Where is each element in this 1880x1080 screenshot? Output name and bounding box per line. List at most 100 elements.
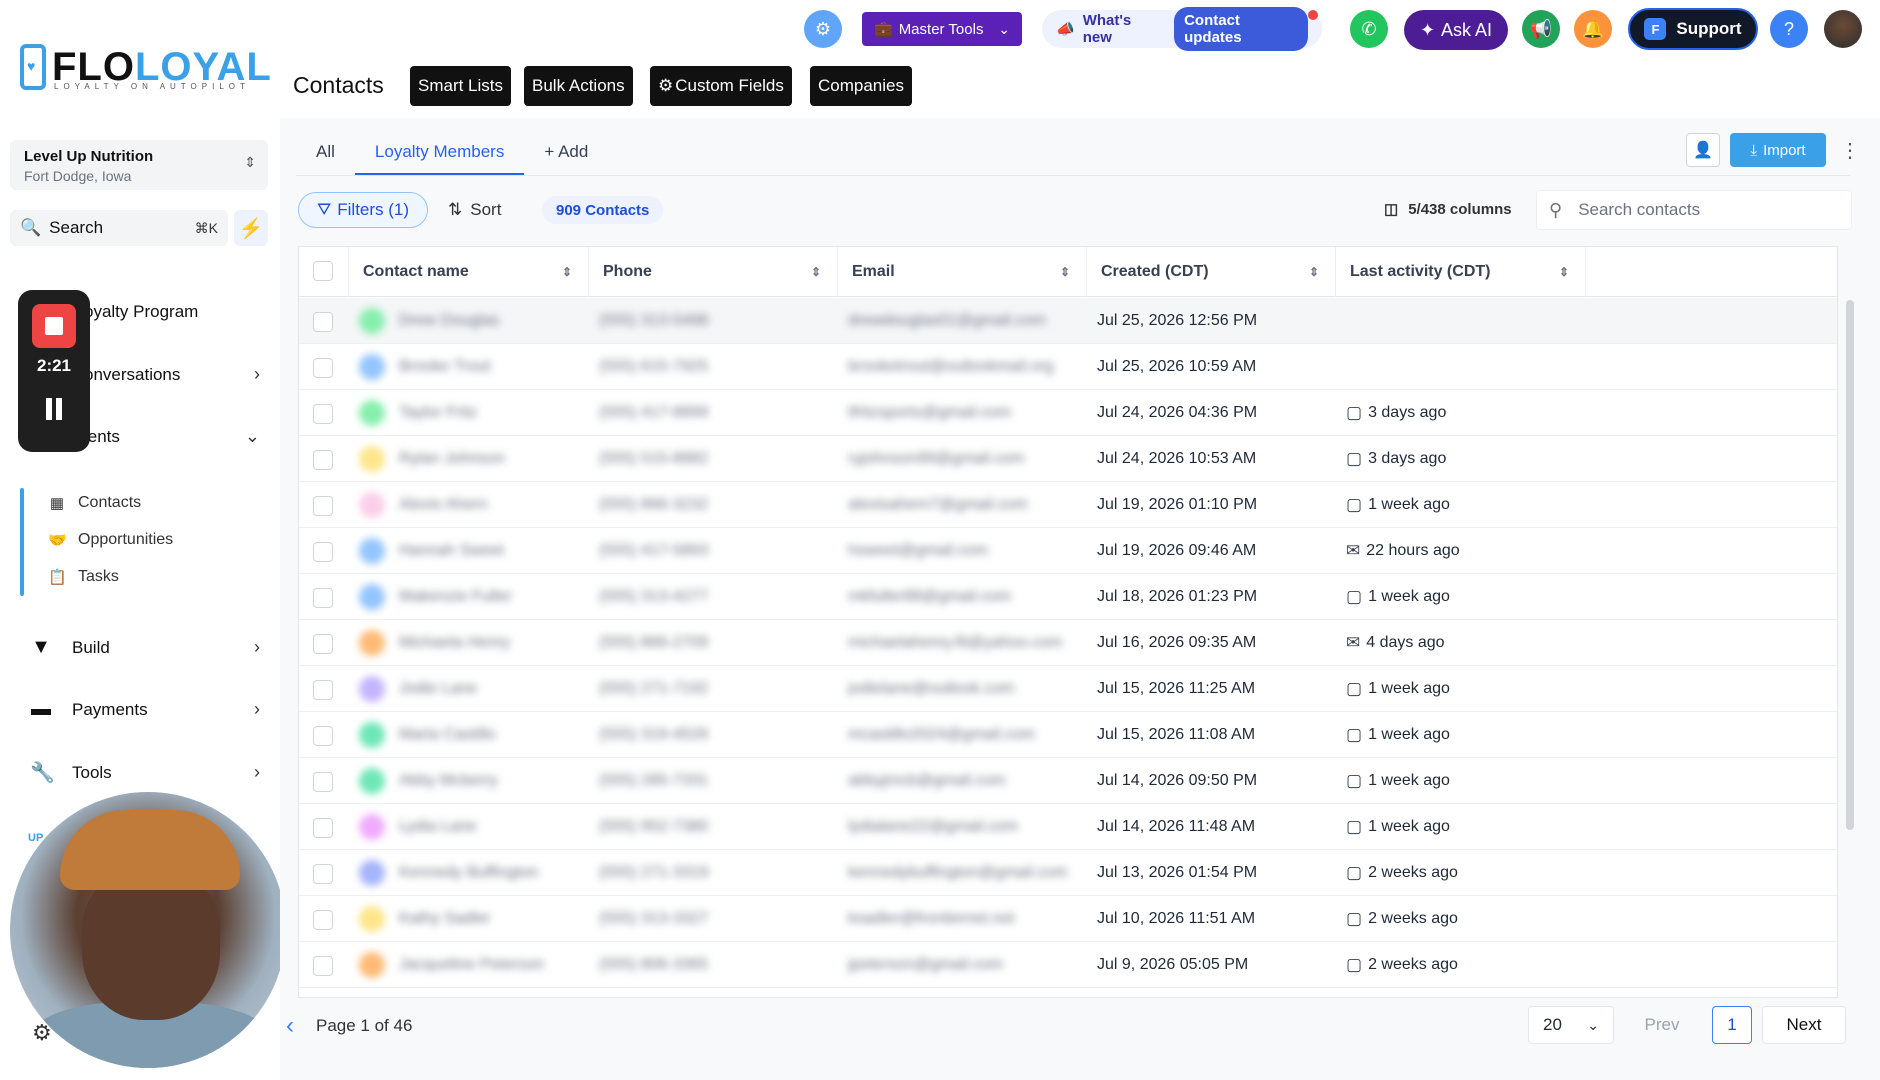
row-checkbox[interactable] [313,588,333,608]
sidebar-item-clients[interactable]: ients ⌄ [84,426,260,447]
email-cell[interactable]: alexisahern7@gmail.com [838,482,1087,528]
email-cell[interactable]: brooketrout@outlookmail.org [838,344,1087,390]
whats-new-banner[interactable]: 📣 What's new Contact updates [1042,7,1322,51]
contact-name-cell[interactable]: Rylan Johnson [349,436,589,482]
email-cell[interactable]: abbyjmcb@gmail.com [838,758,1087,804]
column-header-phone[interactable]: Phone ⇕ [589,247,838,297]
companies-button[interactable]: Companies [810,66,912,106]
row-checkbox[interactable] [313,956,333,976]
row-checkbox[interactable] [313,818,333,838]
filters-button[interactable]: ⛛ Filters (1) [298,192,428,228]
column-header-last-activity[interactable]: Last activity (CDT) ⇕ [1336,247,1586,297]
sidebar-subitem-tasks[interactable]: 📋 Tasks [48,568,119,586]
row-checkbox[interactable] [313,726,333,746]
phone-icon[interactable]: ✆ [1350,10,1388,48]
column-header-created[interactable]: Created (CDT) ⇕ [1087,247,1336,297]
phone-cell[interactable]: (555) 866-2709 [589,620,838,666]
sidebar-item-payments[interactable]: ▬ Payments › [30,698,260,721]
tab-add[interactable]: + Add [524,130,608,176]
row-checkbox[interactable] [313,312,333,332]
contact-name-cell[interactable]: Abby Mcberry [349,758,589,804]
phone-cell[interactable]: (555) 952-7380 [589,804,838,850]
table-row[interactable]: Maria Castillo (555) 319-4526 mcastillo202… [299,712,1837,758]
email-cell[interactable]: ryjohnson99@gmail.com [838,436,1087,482]
bulk-actions-button[interactable]: Bulk Actions [524,66,633,106]
email-cell[interactable]: jpeterson@gmail.com [838,942,1087,988]
phone-cell[interactable]: (555) 313-5498 [589,298,838,344]
phone-cell[interactable]: (555) 615-7925 [589,344,838,390]
tab-loyalty-members[interactable]: Loyalty Members [354,130,525,176]
columns-selector[interactable]: ◫ 5/438 columns [1384,200,1512,219]
contact-name-cell[interactable]: Jacqueline Peterson [349,942,589,988]
next-page-button[interactable]: Next [1762,1006,1846,1044]
current-page-button[interactable]: 1 [1712,1006,1752,1044]
table-row[interactable]: Rylan Johnson (555) 515-8882 ryjohnson99@g… [299,436,1837,482]
contact-name-cell[interactable]: Hannah Sweet [349,528,589,574]
support-button[interactable]: F Support [1628,8,1758,50]
contact-name-cell[interactable]: Jodie Lane [349,666,589,712]
sidebar-item-conversations[interactable]: onversations › [84,364,260,385]
row-checkbox[interactable] [313,358,333,378]
table-row[interactable]: Michaela Henry (555) 866-2709 michaelahenr… [299,620,1837,666]
contact-name-cell[interactable]: Alexis Ahern [349,482,589,528]
phone-cell[interactable]: (555) 806-3365 [589,942,838,988]
select-all-checkbox[interactable] [313,261,333,281]
table-row[interactable]: Brooke Trout (555) 615-7925 brooketrout@ou… [299,344,1837,390]
table-row[interactable]: Alexis Ahern (555) 866-3232 alexisahern7@g… [299,482,1837,528]
email-cell[interactable]: mkfuller88@gmail.com [838,574,1087,620]
table-row[interactable]: Jacqueline Peterson (555) 806-3365 jpeters… [299,942,1837,988]
contact-name-cell[interactable]: Kennedy Buffington [349,850,589,896]
quick-action-bolt-icon[interactable]: ⚡ [234,210,268,246]
search-contacts-input[interactable]: ⚲ Search contacts [1536,190,1852,230]
contact-name-cell[interactable]: Taylor Fritz [349,390,589,436]
email-cell[interactable]: tfritzsports@gmail.com [838,390,1087,436]
email-cell[interactable]: drewdouglas01@gmail.com [838,298,1087,344]
stop-recording-button[interactable] [32,304,76,348]
phone-cell[interactable]: (555) 417-5893 [589,528,838,574]
table-row[interactable]: Lydia Lane (555) 952-7380 lydialane22@gmai… [299,804,1837,850]
table-row[interactable]: Hannah Sweet (555) 417-5893 hsweet@gmail.c… [299,528,1837,574]
sidebar-subitem-opportunities[interactable]: 🤝 Opportunities [48,531,173,549]
phone-cell[interactable]: (555) 313-4277 [589,574,838,620]
prev-page-button[interactable]: Prev [1614,1006,1710,1044]
email-cell[interactable]: ksadler@frontiernet.net [838,896,1087,942]
table-row[interactable]: Makenzie Fuller (555) 313-4277 mkfuller88@… [299,574,1837,620]
sidebar-item-tools[interactable]: 🔧 Tools › [30,760,260,785]
contact-name-cell[interactable]: Michaela Henry [349,620,589,666]
table-row[interactable]: Kennedy Buffington (555) 271-3319 kennedyb… [299,850,1837,896]
help-icon[interactable]: ? [1770,10,1808,48]
phone-cell[interactable]: (555) 866-3232 [589,482,838,528]
email-cell[interactable]: mcastillo2024@gmail.com [838,712,1087,758]
row-checkbox[interactable] [313,450,333,470]
sidebar-item-loyalty-program[interactable]: oyalty Program [84,302,260,322]
more-options-icon[interactable]: ⋮ [1840,138,1860,163]
column-header-contact-name[interactable]: Contact name ⇕ [349,247,589,297]
contact-name-cell[interactable]: Makenzie Fuller [349,574,589,620]
email-cell[interactable]: jodielane@outlook.com [838,666,1087,712]
contact-name-cell[interactable]: Maria Castillo [349,712,589,758]
row-checkbox[interactable] [313,772,333,792]
bell-icon[interactable]: 🔔 [1574,10,1612,48]
chevron-left-icon[interactable]: ‹ [286,1012,294,1040]
table-row[interactable]: Kathy Sadler (555) 313-3327 ksadler@fronti… [299,896,1837,942]
sidebar-item-build[interactable]: ▼ Build › [30,636,260,659]
pause-icon[interactable] [46,398,62,420]
row-checkbox[interactable] [313,496,333,516]
row-checkbox[interactable] [313,542,333,562]
contact-name-cell[interactable]: Drew Douglas [349,298,589,344]
row-checkbox[interactable] [313,864,333,884]
contact-name-cell[interactable]: Lydia Lane [349,804,589,850]
phone-cell[interactable]: (555) 271-3319 [589,850,838,896]
user-avatar[interactable] [1824,10,1862,48]
table-row[interactable]: Jodie Lane (555) 271-7192 jodielane@outloo… [299,666,1837,712]
table-row[interactable]: Drew Douglas (555) 313-5498 drewdouglas01@… [299,298,1837,344]
sidebar-search[interactable]: 🔍 Search ⌘K [10,210,228,246]
email-cell[interactable]: michaelahenry.fit@yahoo.com [838,620,1087,666]
table-row[interactable]: Abby Mcberry (555) 285-7331 abbyjmcb@gmail… [299,758,1837,804]
page-size-select[interactable]: 20 ⌄ [1528,1006,1614,1044]
phone-cell[interactable]: (555) 271-7192 [589,666,838,712]
email-cell[interactable]: kennedybuffington@gmail.com [838,850,1087,896]
table-row[interactable]: Taylor Fritz (555) 417-8899 tfritzsports@g… [299,390,1837,436]
phone-cell[interactable]: (555) 515-8882 [589,436,838,482]
row-checkbox[interactable] [313,634,333,654]
